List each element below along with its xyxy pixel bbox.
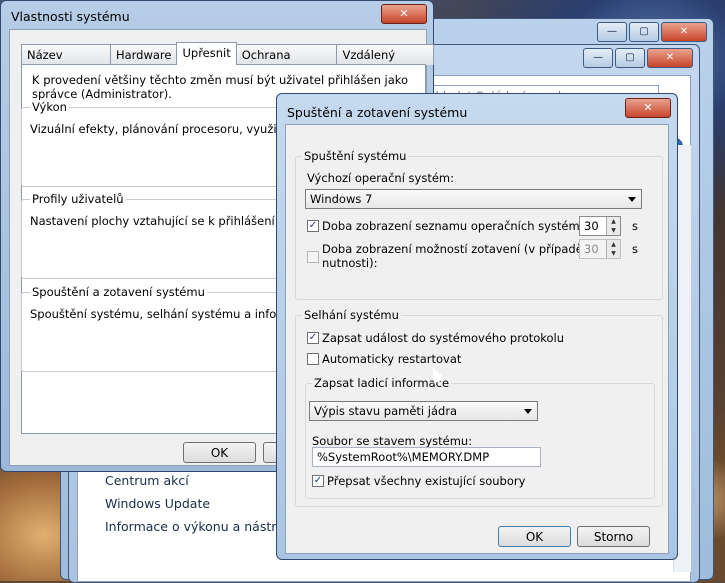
group-description: Nastavení plochy vztahující se k přihláš… — [30, 214, 275, 228]
close-icon[interactable]: ✕ — [381, 4, 427, 24]
show-recovery-label-2: nutnosti): — [322, 256, 378, 270]
chevron-down-icon — [628, 197, 636, 202]
group-legend: Zapsat ladicí informace — [312, 376, 452, 390]
default-os-value: Windows 7 — [310, 192, 373, 206]
spinner-arrows[interactable]: ▲ ▼ — [606, 240, 620, 258]
overwrite-label: Přepsat všechny existující soubory — [327, 474, 526, 488]
default-os-select[interactable]: Windows 7 — [305, 189, 642, 209]
tab-bar: Název počítače Hardware Upřesnit Ochrana… — [21, 42, 434, 82]
show-list-spinner[interactable]: 30 ▲ ▼ — [579, 216, 621, 236]
show-recovery-label: Doba zobrazení možností zotavení (v příp… — [322, 242, 583, 256]
startup-recovery-dialog: Spuštění a zotavení systému ✕ Spuštění s… — [276, 93, 678, 560]
close-icon[interactable]: ✕ — [661, 22, 707, 42]
ok-button[interactable]: OK — [498, 526, 571, 547]
auto-restart-label: Automaticky restartovat — [322, 352, 462, 366]
show-recovery-checkbox[interactable] — [307, 251, 319, 263]
auto-restart-checkbox[interactable] — [307, 353, 319, 365]
group-legend: Spuštění systému — [302, 149, 409, 163]
dump-file-label: Soubor se stavem systému: — [312, 434, 473, 448]
group-description: Spouštění systému, selhání systému a inf… — [30, 307, 313, 321]
group-legend: Spouštění a zotavení systému — [30, 285, 207, 299]
tab-computer-name[interactable]: Název počítače — [21, 44, 111, 82]
minimize-icon[interactable]: — — [583, 48, 613, 68]
tab-system-protection[interactable]: Ochrana systému — [235, 44, 338, 82]
maximize-icon[interactable]: ▢ — [615, 48, 645, 68]
chevron-down-icon — [524, 409, 532, 414]
minimize-icon[interactable]: — — [597, 22, 627, 42]
group-legend: Selhání systému — [302, 308, 401, 322]
spinner-arrows[interactable]: ▲ ▼ — [606, 217, 620, 235]
show-list-checkbox[interactable]: ✓ — [307, 220, 319, 232]
tab-hardware[interactable]: Hardware — [109, 44, 178, 65]
window-controls: — ▢ ✕ — [595, 22, 707, 42]
default-os-label: Výchozí operační systém: — [307, 171, 454, 185]
cancel-button[interactable]: Storno — [577, 526, 650, 547]
tab-advanced[interactable]: Upřesnit — [176, 42, 237, 65]
dialog-title: Spuštění a zotavení systému — [287, 105, 468, 120]
overwrite-checkbox[interactable]: ✓ — [312, 475, 324, 487]
window-controls: — ▢ ✕ — [581, 48, 693, 68]
dump-file-input[interactable]: %SystemRoot%\MEMORY.DMP — [312, 447, 541, 467]
window-title: Vlastnosti systému — [11, 9, 130, 24]
ok-button[interactable]: OK — [183, 442, 256, 463]
tab-remote[interactable]: Vzdálený přístup — [336, 44, 434, 82]
debug-info-select[interactable]: Výpis stavu paměti jádra — [309, 401, 538, 421]
link-performance-info[interactable]: Informace o výkonu a nástroje — [105, 515, 295, 538]
write-event-label: Zapsat událost do systémového protokolu — [322, 331, 565, 345]
debug-info-value: Výpis stavu paměti jádra — [314, 404, 458, 418]
control-panel-links: Centrum akcí Windows Update Informace o … — [105, 469, 295, 538]
show-recovery-spinner[interactable]: 30 ▲ ▼ — [579, 239, 621, 259]
show-list-label: Doba zobrazení seznamu operačních systém… — [322, 219, 591, 233]
show-recovery-value: 30 — [584, 242, 599, 256]
show-list-value: 30 — [584, 219, 599, 233]
close-icon[interactable]: ✕ — [625, 98, 671, 118]
unit-label: s — [632, 242, 638, 256]
close-icon[interactable]: ✕ — [647, 48, 693, 68]
group-legend: Profily uživatelů — [30, 192, 126, 206]
group-legend: Výkon — [30, 100, 69, 114]
unit-label: s — [632, 219, 638, 233]
link-windows-update[interactable]: Windows Update — [105, 492, 295, 515]
maximize-icon[interactable]: ▢ — [629, 22, 659, 42]
write-event-checkbox[interactable]: ✓ — [307, 332, 319, 344]
link-action-center[interactable]: Centrum akcí — [105, 469, 295, 492]
